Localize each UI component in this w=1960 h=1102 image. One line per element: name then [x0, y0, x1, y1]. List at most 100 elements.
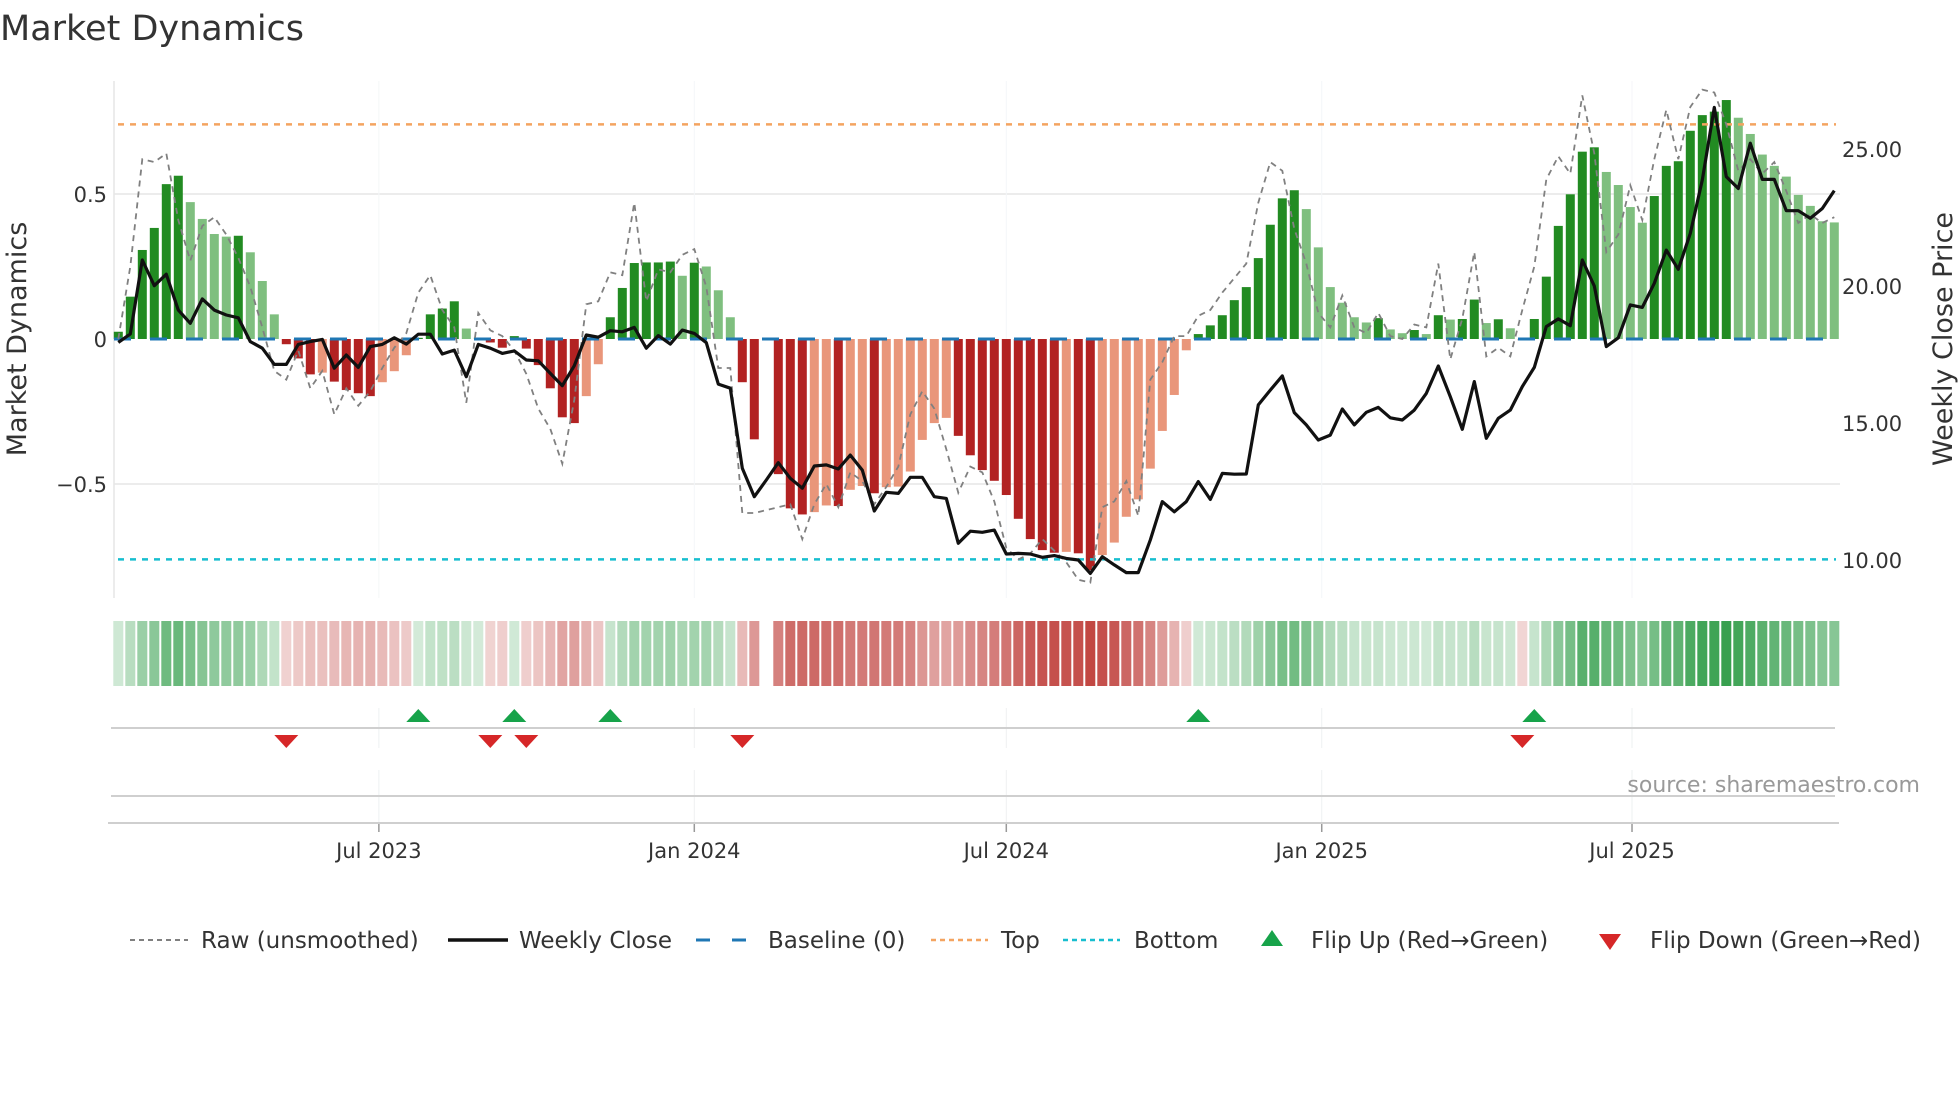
- market-dynamics-chart: Market Dynamics Market Dynamics Weekly C…: [0, 9, 1959, 954]
- legend-label: Top: [1000, 928, 1040, 954]
- heat-cell: [689, 621, 700, 686]
- bar: [725, 317, 735, 339]
- heat-cell: [1181, 621, 1192, 686]
- legend-item-baseline: Baseline (0): [696, 928, 905, 954]
- bar: [1697, 115, 1707, 340]
- bar: [953, 339, 963, 436]
- heat-cell: [713, 621, 724, 686]
- bar: [1817, 221, 1827, 339]
- heat-cell: [1301, 621, 1312, 686]
- bar: [1241, 287, 1251, 339]
- bar: [1277, 198, 1287, 339]
- bar: [269, 314, 279, 339]
- heat-cell: [665, 621, 676, 686]
- bar: [1061, 339, 1071, 552]
- heat-cell: [1433, 621, 1444, 686]
- heat-cell: [1817, 621, 1828, 686]
- heat-cell: [497, 621, 508, 686]
- heat-cell: [1373, 621, 1384, 686]
- heat-cell: [557, 621, 568, 686]
- legend-item-bottom: Bottom: [1063, 928, 1218, 954]
- bar: [221, 236, 231, 339]
- heat-cell: [917, 621, 928, 686]
- series-lines: [117, 88, 1836, 584]
- bar: [1529, 318, 1539, 339]
- flip-up-marker: [406, 709, 431, 722]
- bar: [497, 339, 507, 348]
- heat-cell: [953, 621, 964, 686]
- heat-cell: [737, 621, 748, 686]
- heat-cell: [1745, 621, 1756, 686]
- heat-cell: [593, 621, 604, 686]
- heat-cell: [449, 621, 460, 686]
- source-credit: source: sharemaestro.com: [1627, 773, 1920, 798]
- heat-cell: [485, 621, 496, 686]
- bar: [845, 339, 855, 490]
- bar: [713, 290, 723, 339]
- legend-item-top: Top: [931, 928, 1040, 954]
- y-tick-label: 0: [94, 328, 107, 352]
- heat-cell: [629, 621, 640, 686]
- legend-label: Weekly Close: [519, 928, 672, 954]
- bar: [1577, 151, 1587, 339]
- heat-cell: [1157, 621, 1168, 686]
- bar: [1613, 185, 1623, 339]
- heat-cell: [617, 621, 628, 686]
- bar: [257, 281, 267, 339]
- bar: [1205, 325, 1215, 339]
- heat-cell: [1673, 621, 1684, 686]
- bar: [1109, 339, 1119, 543]
- bar: [1301, 209, 1311, 339]
- bar: [449, 301, 459, 339]
- heat-cell: [1361, 621, 1372, 686]
- heat-cell: [1445, 621, 1456, 686]
- heat-cell: [845, 621, 856, 686]
- heat-cell: [1241, 621, 1252, 686]
- heat-cell: [461, 621, 472, 686]
- flip-up-marker: [1186, 709, 1211, 722]
- legend-label: Raw (unsmoothed): [201, 928, 419, 954]
- bar: [569, 339, 579, 424]
- heat-cell: [173, 621, 184, 686]
- bar: [965, 339, 975, 456]
- bar: [1757, 154, 1767, 339]
- heat-cell: [1769, 621, 1780, 686]
- heat-cell: [1457, 621, 1468, 686]
- heat-cell: [941, 621, 952, 686]
- bar: [1181, 339, 1191, 351]
- heat-cell: [1013, 621, 1024, 686]
- bar: [689, 262, 699, 339]
- bar: [989, 339, 999, 481]
- heat-cell: [1493, 621, 1504, 686]
- legend-label: Baseline (0): [768, 928, 905, 954]
- bar: [929, 339, 939, 424]
- heat-cell: [1061, 621, 1072, 686]
- heat-cell: [425, 621, 436, 686]
- heat-cell: [1421, 621, 1432, 686]
- heat-cell: [1685, 621, 1696, 686]
- heat-cell: [1313, 621, 1324, 686]
- dynamics-bars: [113, 100, 1839, 571]
- heat-cell: [833, 621, 844, 686]
- bar: [941, 339, 951, 418]
- heat-cell: [1097, 621, 1108, 686]
- heat-cell: [125, 621, 136, 686]
- bar: [1217, 315, 1227, 339]
- flip-down-marker: [274, 735, 299, 748]
- bar: [1469, 299, 1479, 339]
- bar: [1637, 222, 1647, 339]
- heat-cell: [1145, 621, 1156, 686]
- bar: [653, 262, 663, 339]
- bar: [1733, 117, 1743, 339]
- heat-strip: [113, 621, 1840, 686]
- heat-cell: [785, 621, 796, 686]
- bar: [1073, 339, 1083, 554]
- bar: [581, 339, 591, 397]
- flip-down-marker: [730, 735, 755, 748]
- heat-cell: [1793, 621, 1804, 686]
- bar: [1337, 302, 1347, 339]
- bar: [1505, 328, 1515, 339]
- bar: [1049, 339, 1059, 553]
- heat-cell: [401, 621, 412, 686]
- bar: [1625, 207, 1635, 339]
